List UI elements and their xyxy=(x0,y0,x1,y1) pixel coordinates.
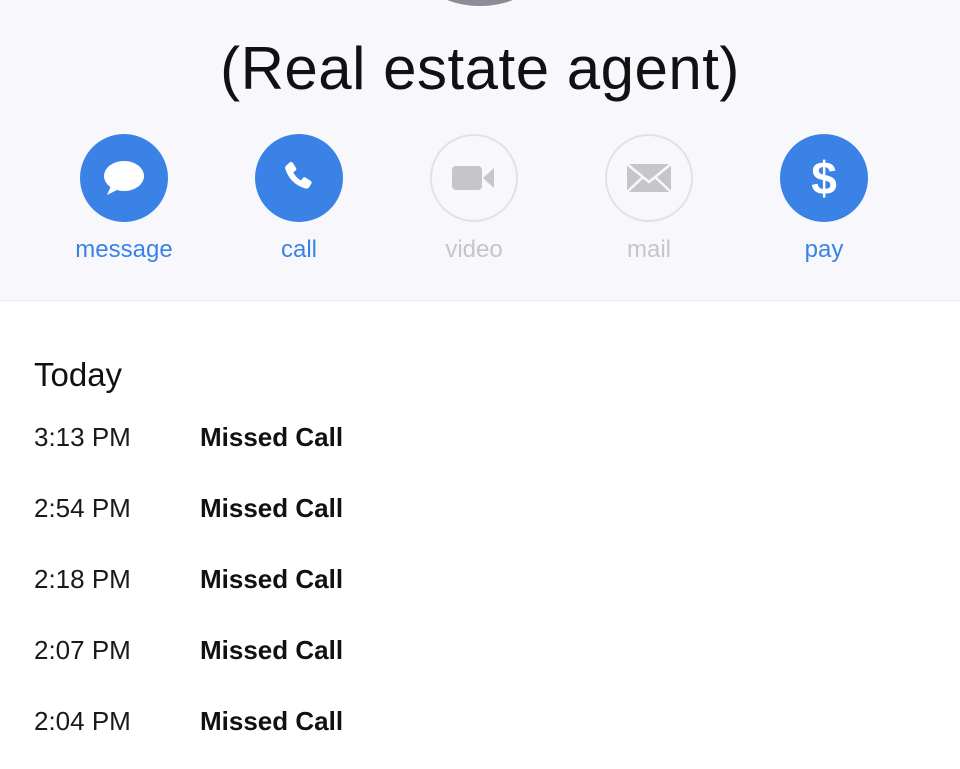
pay-button[interactable]: $ pay xyxy=(754,134,894,264)
contact-header: (Real estate agent) message call video m… xyxy=(0,0,960,301)
call-label: call xyxy=(280,236,317,263)
video-camera-icon xyxy=(452,166,494,190)
call-history-section-title: Today xyxy=(34,356,123,393)
call-time: 3:13 PM xyxy=(34,422,131,452)
phone-icon xyxy=(285,161,312,189)
call-status: Missed Call xyxy=(200,635,344,665)
mail-button-circle[interactable] xyxy=(605,134,693,222)
mail-label: mail xyxy=(626,236,671,263)
call-time: 2:54 PM xyxy=(34,493,131,523)
message-bubble-icon xyxy=(104,161,144,195)
call-button-circle[interactable] xyxy=(255,134,343,222)
dollar-icon: $ xyxy=(811,152,837,204)
video-button[interactable]: video xyxy=(404,134,544,264)
contact-avatar[interactable] xyxy=(422,0,538,6)
call-time: 2:04 PM xyxy=(34,706,131,736)
message-button-circle[interactable] xyxy=(80,134,168,222)
call-status: Missed Call xyxy=(200,706,344,736)
pay-label: pay xyxy=(804,236,844,263)
call-time: 2:18 PM xyxy=(34,564,131,594)
message-button[interactable]: message xyxy=(54,134,194,264)
mail-button[interactable]: mail xyxy=(579,134,719,264)
video-label: video xyxy=(445,236,503,263)
pay-button-circle[interactable]: $ xyxy=(780,134,868,222)
call-button[interactable]: call xyxy=(229,134,369,264)
message-label: message xyxy=(75,236,173,263)
contact-name: (Real estate agent) xyxy=(220,35,740,102)
envelope-icon xyxy=(626,163,672,193)
video-button-circle[interactable] xyxy=(430,134,518,222)
call-status: Missed Call xyxy=(200,493,344,523)
call-status: Missed Call xyxy=(200,422,344,452)
call-status: Missed Call xyxy=(200,564,344,594)
call-time: 2:07 PM xyxy=(34,635,131,665)
